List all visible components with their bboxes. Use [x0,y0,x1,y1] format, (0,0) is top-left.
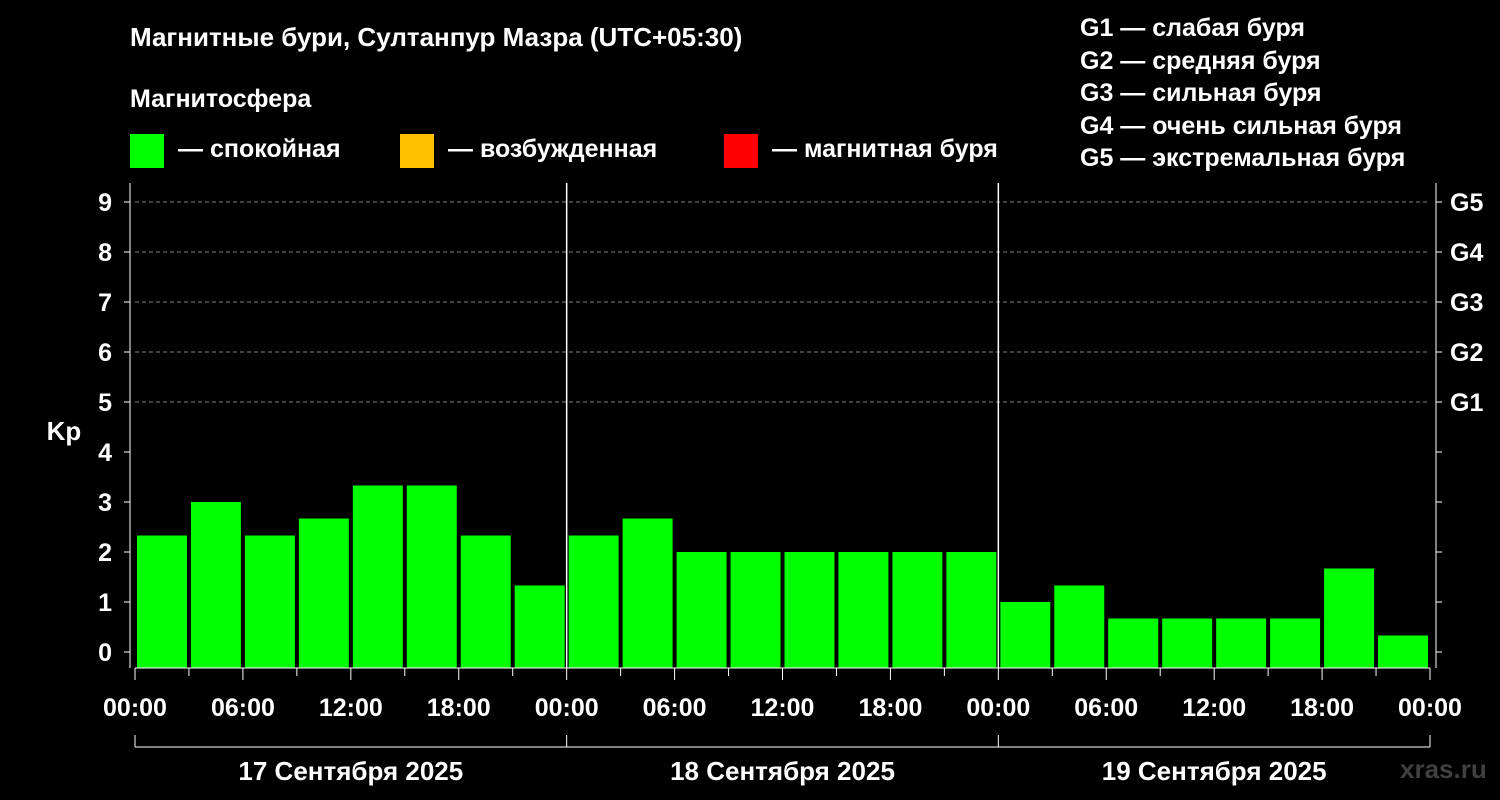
kp-bar-3 [298,518,349,668]
y-axis-label: Kp [47,416,82,446]
kp-bar-22 [1324,568,1375,668]
kp-bar-18 [1108,618,1159,668]
right-tick-label-g1: G1 [1450,389,1483,417]
x-tick-label-6: 12:00 [751,694,815,722]
right-tick-label-g3: G3 [1450,289,1483,317]
kp-bar-19 [1162,618,1213,668]
y-tick-label-2: 2 [98,539,112,567]
kp-bar-11 [730,552,781,668]
kp-bar-16 [1000,602,1051,668]
axis-labels: 0 1 2 3 4 5 6 7 8 9 G1 G2 G3 G4 G5 Kp 00:00 06:00 12:00 18:… [47,189,1484,786]
bars [137,485,1428,668]
y-tick-label-1: 1 [98,589,112,617]
kp-chart: 0 1 2 3 4 5 6 7 8 9 G1 G2 G3 G4 G5 Kp 00:00 06:00 12:00 18:… [47,183,1484,786]
kp-bar-15 [946,552,997,668]
kp-bar-5 [406,485,457,668]
y-tick-label-5: 5 [98,389,112,417]
y-tick-label-8: 8 [98,239,112,267]
right-tick-label-g4: G4 [1450,239,1483,267]
kp-bar-14 [892,552,943,668]
x-tick-label-3: 18:00 [427,694,491,722]
kp-bar-0 [137,535,187,668]
kp-bar-17 [1054,585,1105,668]
day-label-1: 18 Сентября 2025 [670,756,895,786]
x-tick-label-5: 06:00 [643,694,707,722]
x-tick-label-10: 12:00 [1182,694,1246,722]
kp-bar-13 [838,552,889,668]
x-tick-label-11: 18:00 [1290,694,1354,722]
x-tick-label-8: 00:00 [966,694,1030,722]
day-label-2: 19 Сентября 2025 [1102,756,1327,786]
kp-bar-21 [1270,618,1321,668]
y-tick-label-0: 0 [98,639,112,667]
x-tick-label-12: 00:00 [1398,694,1462,722]
kp-bar-8 [568,535,619,668]
x-tick-label-1: 06:00 [211,694,275,722]
kp-bar-23 [1378,635,1428,668]
day-label-0: 17 Сентября 2025 [238,756,463,786]
x-tick-label-2: 12:00 [319,694,383,722]
y-tick-label-9: 9 [98,189,112,217]
x-tick-label-4: 00:00 [535,694,599,722]
kp-bar-10 [676,552,727,668]
kp-bar-1 [190,502,241,668]
grid-lines [135,201,1430,403]
right-tick-label-g2: G2 [1450,339,1483,367]
kp-bar-7 [514,585,565,668]
y-tick-label-7: 7 [98,289,112,317]
x-tick-label-0: 00:00 [103,694,167,722]
x-tick-label-7: 18:00 [858,694,922,722]
watermark: xras.ru [1400,754,1487,784]
kp-bar-4 [352,485,403,668]
right-tick-label-g5: G5 [1450,189,1483,217]
kp-bar-9 [622,518,673,668]
kp-bar-12 [784,552,835,668]
y-tick-label-6: 6 [98,339,112,367]
kp-bar-6 [460,535,511,668]
y-tick-label-4: 4 [98,439,112,467]
kp-bar-20 [1216,618,1267,668]
y-tick-label-3: 3 [98,489,112,517]
x-tick-label-9: 06:00 [1074,694,1138,722]
kp-bar-2 [244,535,295,668]
